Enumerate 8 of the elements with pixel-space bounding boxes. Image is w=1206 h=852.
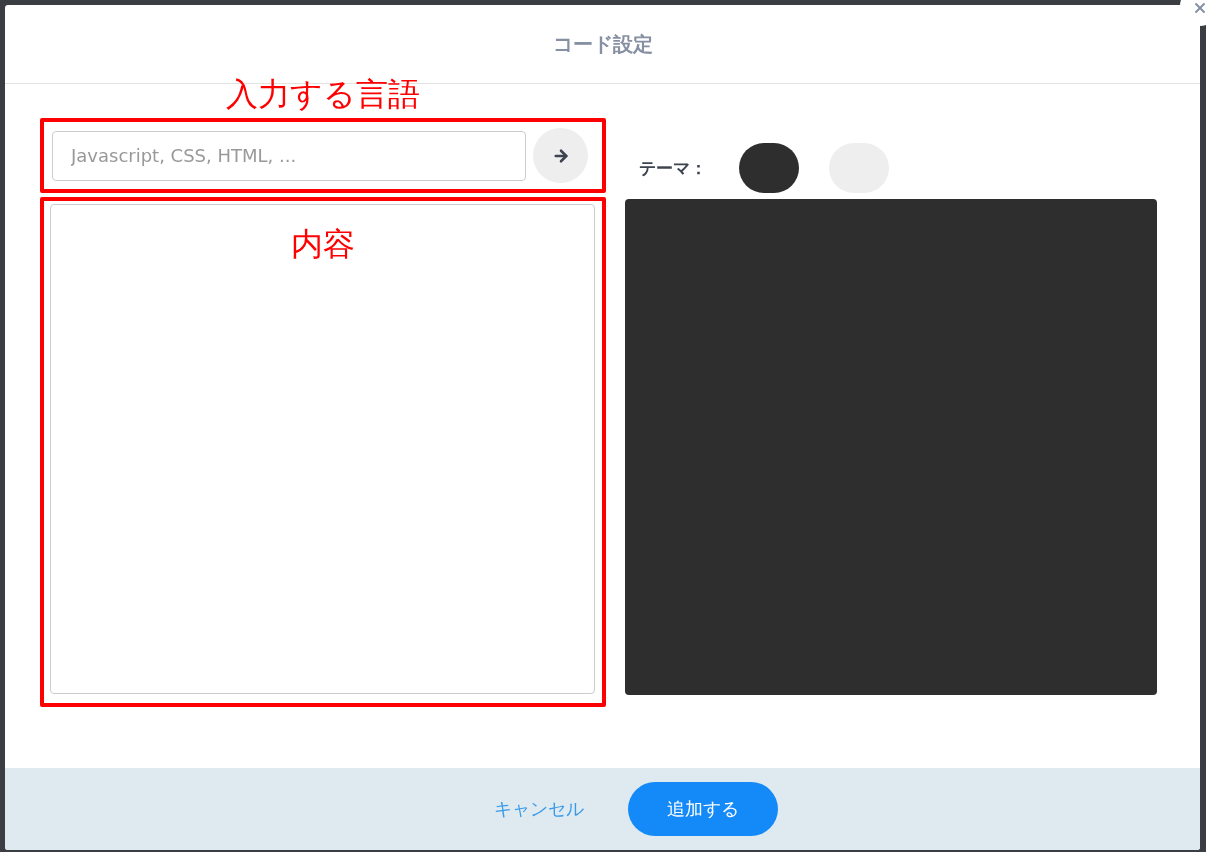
- annotation-label: 入力する言語: [226, 75, 420, 113]
- theme-label: テーマ：: [639, 156, 707, 180]
- theme-swatch[interactable]: [739, 143, 799, 193]
- annotation-label: 内容: [291, 225, 355, 263]
- cancel-button[interactable]: キャンセル: [487, 796, 590, 822]
- close-icon: [1192, 0, 1206, 16]
- dialog-title: コード設定: [552, 30, 653, 58]
- add-button[interactable]: 追加する: [627, 782, 778, 836]
